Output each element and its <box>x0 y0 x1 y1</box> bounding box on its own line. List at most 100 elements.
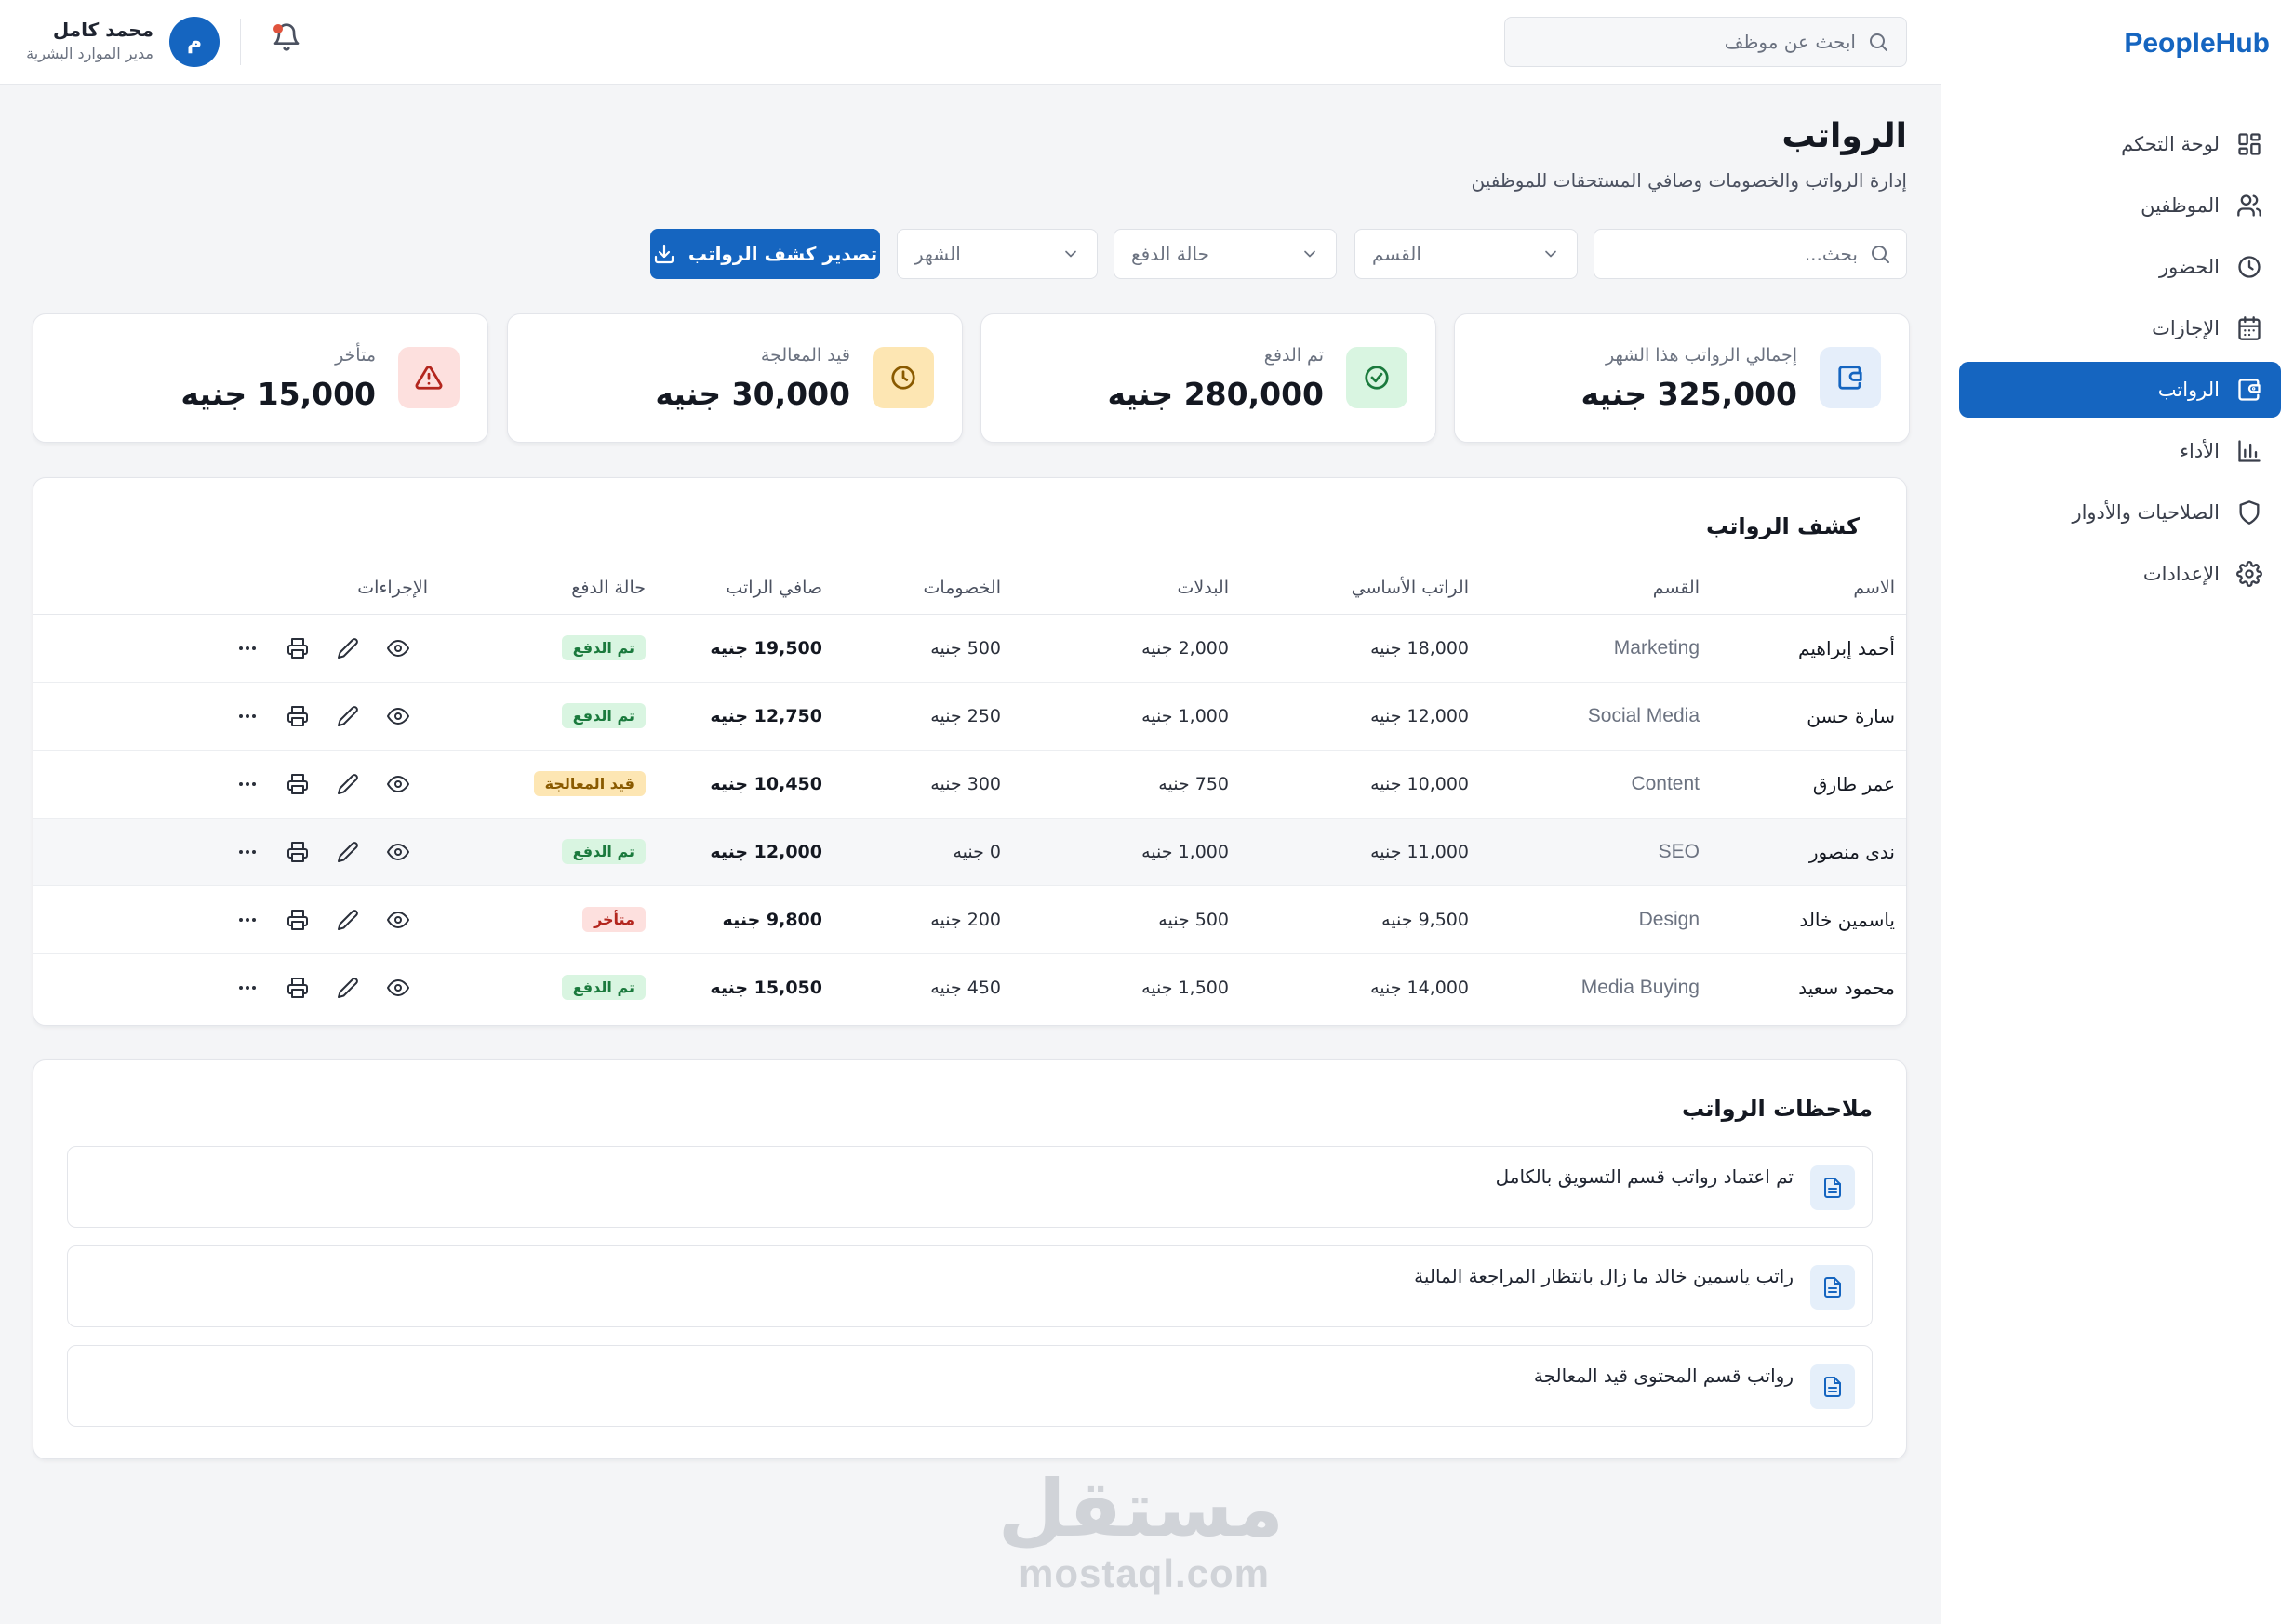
department-cell: Social Media <box>1480 682 1711 751</box>
eye-icon <box>387 843 409 860</box>
table-row[interactable]: عمر طارق Content 10,000 جنيه 750 جنيه 300 جن… <box>33 750 1906 819</box>
print-button[interactable] <box>287 841 309 863</box>
sidebar-item-dashboard[interactable]: لوحة التحكم <box>1959 116 2281 172</box>
edit-button[interactable] <box>337 773 359 795</box>
calendar-icon <box>2238 316 2261 340</box>
actions-cell <box>33 953 439 1021</box>
export-payroll-button[interactable]: تصدير كشف الرواتب <box>650 229 880 279</box>
status-badge: قيد المعالجة <box>533 771 646 796</box>
more-icon <box>239 849 256 854</box>
notifications-button[interactable] <box>272 22 305 60</box>
more-button[interactable] <box>236 705 259 727</box>
table-row[interactable]: سارة حسن Social Media 12,000 جنيه 1,000 جني… <box>33 682 1906 751</box>
document-icon <box>1824 1277 1841 1298</box>
employee-name: أحمد إبراهيم <box>1711 614 1906 683</box>
printer-icon <box>287 637 308 659</box>
column-header: الراتب الأساسي <box>1240 562 1480 615</box>
eye-icon <box>387 978 409 996</box>
stat-icon-bg <box>873 347 934 408</box>
pencil-icon <box>338 637 358 659</box>
payment-status-cell: متأخر <box>439 885 657 954</box>
column-header: صافي الراتب <box>657 562 834 615</box>
more-icon <box>239 781 256 786</box>
base-salary-cell: 11,000 جنيه <box>1240 818 1480 886</box>
view-button[interactable] <box>387 977 409 999</box>
printer-icon <box>287 705 308 726</box>
view-button[interactable] <box>387 909 409 931</box>
view-button[interactable] <box>387 637 409 659</box>
pencil-icon <box>338 841 358 862</box>
check-circle-icon <box>1365 366 1389 390</box>
department-select[interactable]: القسم <box>1354 229 1578 279</box>
table-row[interactable]: محمود سعيد Media Buying 14,000 جنيه 1,500 ج… <box>33 953 1906 1021</box>
employee-search[interactable] <box>1504 17 1907 67</box>
document-icon-bg <box>1810 1165 1855 1210</box>
sidebar-item-permissions[interactable]: الصلاحيات والأدوار <box>1959 485 2281 540</box>
document-icon-bg <box>1810 1364 1855 1409</box>
more-button[interactable] <box>236 637 259 659</box>
note-item[interactable]: تم اعتماد رواتب قسم التسويق بالكامل <box>67 1146 1873 1228</box>
month-select-value: الشهر <box>914 243 961 265</box>
users-icon <box>2237 194 2261 217</box>
print-button[interactable] <box>287 705 309 727</box>
view-button[interactable] <box>387 841 409 863</box>
month-select[interactable]: الشهر <box>897 229 1098 279</box>
stat-icon-bg <box>1820 347 1881 408</box>
edit-button[interactable] <box>337 705 359 727</box>
net-salary-cell: 10,450 جنيه <box>657 750 834 819</box>
status-badge: تم الدفع <box>561 635 646 660</box>
print-button[interactable] <box>287 909 309 931</box>
stat-value: 325,000 جنيه <box>1580 376 1797 412</box>
print-button[interactable] <box>287 637 309 659</box>
allowances-cell: 1,000 جنيه <box>1012 818 1240 886</box>
clock-icon <box>2238 256 2261 278</box>
edit-button[interactable] <box>337 841 359 863</box>
brand-logo[interactable]: PeopleHub <box>2124 28 2270 60</box>
more-button[interactable] <box>236 977 259 999</box>
table-row[interactable]: ندى منصور SEO 11,000 جنيه 1,000 جنيه 0 جنيه 1… <box>33 818 1906 886</box>
base-salary-cell: 9,500 جنيه <box>1240 885 1480 954</box>
employee-search-input[interactable] <box>1522 31 1856 53</box>
edit-button[interactable] <box>337 637 359 659</box>
sidebar-item-employees[interactable]: الموظفين <box>1959 178 2281 233</box>
edit-button[interactable] <box>337 909 359 931</box>
document-icon <box>1824 1377 1841 1397</box>
more-button[interactable] <box>236 841 259 863</box>
note-item[interactable]: رواتب قسم المحتوى قيد المعالجة <box>67 1345 1873 1427</box>
payroll-search-input[interactable] <box>1609 243 1858 265</box>
payment-status-cell: تم الدفع <box>439 953 657 1021</box>
more-icon <box>239 985 256 990</box>
print-button[interactable] <box>287 773 309 795</box>
deductions-cell: 0 جنيه <box>834 818 1012 886</box>
more-button[interactable] <box>236 773 259 795</box>
print-button[interactable] <box>287 977 309 999</box>
base-salary-cell: 12,000 جنيه <box>1240 682 1480 751</box>
department-cell: SEO <box>1480 818 1711 886</box>
note-item[interactable]: راتب ياسمين خالد ما زال بانتظار المراجعة… <box>67 1245 1873 1327</box>
table-row[interactable]: أحمد إبراهيم Marketing 18,000 جنيه 2,000 جن… <box>33 614 1906 683</box>
sidebar-item-attendance[interactable]: الحضور <box>1959 239 2281 295</box>
document-icon-bg <box>1810 1265 1855 1310</box>
clock-icon <box>891 366 915 390</box>
sidebar-item-settings[interactable]: الإعدادات <box>1959 546 2281 602</box>
payment-status-cell: تم الدفع <box>439 614 657 683</box>
view-button[interactable] <box>387 705 409 727</box>
sidebar-item-performance[interactable]: الأداء <box>1959 423 2281 479</box>
edit-button[interactable] <box>337 977 359 999</box>
sidebar-item-label: الإعدادات <box>2142 563 2220 585</box>
stat-card-pending: قيد المعالجة 30,000 جنيه <box>507 313 963 443</box>
department-cell: Content <box>1480 750 1711 819</box>
view-button[interactable] <box>387 773 409 795</box>
payroll-search[interactable] <box>1594 229 1907 279</box>
payment-status-select[interactable]: حالة الدفع <box>1114 229 1337 279</box>
sidebar-nav: لوحة التحكم الموظفين الحضور الإجازات الر… <box>1959 116 2281 607</box>
printer-icon <box>287 977 308 998</box>
sidebar-item-payroll[interactable]: الرواتب <box>1959 362 2281 418</box>
table-row[interactable]: ياسمين خالد Design 9,500 جنيه 500 جنيه 200 ج… <box>33 885 1906 954</box>
status-badge: تم الدفع <box>561 703 646 728</box>
sidebar-item-leaves[interactable]: الإجازات <box>1959 300 2281 356</box>
avatar[interactable]: م <box>169 17 220 67</box>
more-button[interactable] <box>236 909 259 931</box>
wallet-icon <box>2238 379 2261 401</box>
net-salary-cell: 15,050 جنيه <box>710 977 822 998</box>
